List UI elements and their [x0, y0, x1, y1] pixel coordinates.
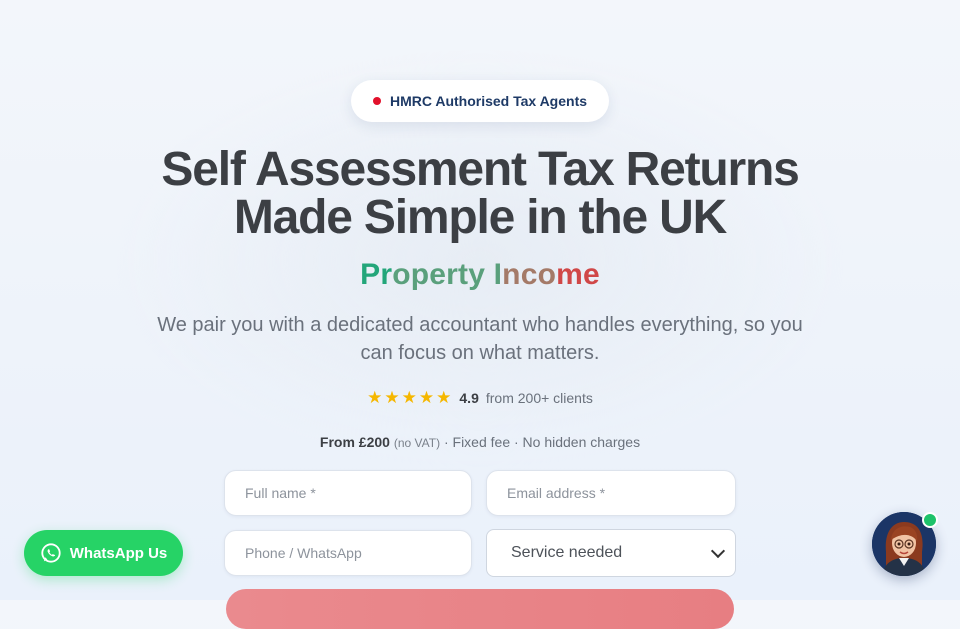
price-vat-note: (no VAT) [393, 436, 441, 450]
rating-text: from 200+ clients [485, 389, 593, 406]
page-title: Self Assessment Tax Returns Made Simple … [0, 146, 960, 242]
email-input[interactable] [486, 470, 736, 516]
rating-row: ★ ★ ★ ★ ★ 4.9 from 200+ clients [0, 389, 960, 406]
rotating-word-part-4: me [556, 258, 600, 291]
hero-description: We pair you with a dedicated accountant … [157, 314, 803, 364]
price-details: · Fixed fee · No hidden charges [440, 434, 641, 450]
rotating-word-part-2: operty I [392, 258, 503, 291]
price-amount: From £200 [319, 434, 390, 450]
chat-assistant-launcher[interactable] [872, 512, 938, 576]
chevron-down-icon [710, 543, 726, 558]
star-icon: ★ [418, 388, 435, 407]
pricing-line: From £200 (no VAT) · Fixed fee · No hidd… [0, 434, 960, 450]
status-dot-icon [372, 97, 381, 105]
star-icon: ★ [384, 388, 400, 407]
whatsapp-button[interactable]: WhatsApp Us [24, 530, 183, 576]
star-icon: ★ [401, 388, 417, 407]
service-select-value: Service needed [511, 544, 623, 561]
star-icon: ★ [436, 388, 452, 407]
star-icon: ★ [367, 388, 383, 407]
title-line-2: Made Simple in the UK [233, 191, 727, 244]
hmrc-badge: HMRC Authorised Tax Agents [351, 80, 609, 122]
rotating-word-part-1: Pr [360, 258, 393, 291]
badge-label: HMRC Authorised Tax Agents [389, 93, 588, 109]
full-name-input[interactable] [224, 470, 472, 516]
phone-input[interactable] [224, 530, 472, 576]
rotating-word-part-3: nco [502, 258, 557, 291]
title-line-1: Self Assessment Tax Returns [161, 143, 799, 196]
service-select[interactable]: Service needed [486, 529, 736, 577]
submit-button[interactable] [226, 589, 734, 629]
whatsapp-label: WhatsApp Us [69, 544, 168, 562]
rotating-service-word: Property Income [0, 258, 960, 292]
rating-score: 4.9 [459, 389, 479, 406]
whatsapp-icon [41, 543, 61, 563]
star-rating: ★ ★ ★ ★ ★ [367, 389, 451, 406]
online-status-dot [922, 512, 938, 528]
